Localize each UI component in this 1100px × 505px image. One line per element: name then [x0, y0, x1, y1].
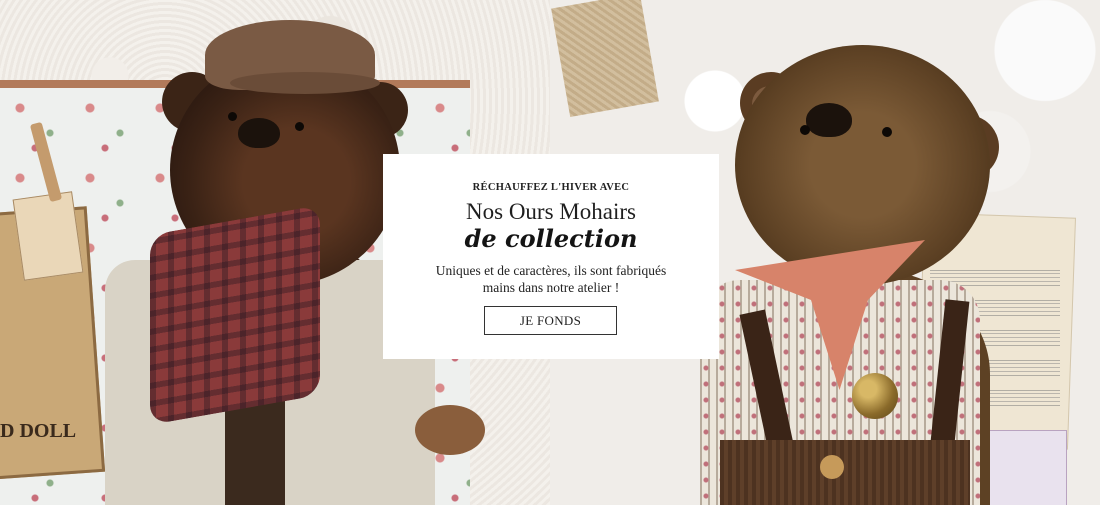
bear-cap-brim — [230, 72, 380, 94]
burlap-fabric — [551, 0, 659, 117]
bear-eye — [228, 112, 237, 121]
bear-head — [735, 45, 990, 285]
bear-eye — [882, 127, 892, 137]
promo-card: RÉCHAUFFEZ L'HIVER AVEC Nos Ours Mohairs… — [383, 154, 719, 359]
luggage-tag — [12, 191, 84, 281]
bear-eye — [800, 125, 810, 135]
promo-title: Nos Ours Mohairs — [466, 199, 636, 224]
plaid-scarf — [150, 205, 320, 425]
bear-nose — [238, 118, 280, 148]
pants-button — [820, 455, 844, 479]
promo-description: Uniques et de caractères, ils sont fabri… — [435, 263, 667, 295]
bear-paw — [415, 405, 485, 455]
crate-label-text: D DOLL — [0, 420, 77, 442]
greeting-card — [985, 430, 1067, 505]
corduroy-pants — [720, 440, 970, 505]
hero-banner[interactable]: D DOLL RÉCHAUFFEZ L'HIVER AVEC Nos Ours … — [0, 0, 1100, 505]
je-fonds-button[interactable]: JE FONDS — [484, 306, 617, 335]
bear-nose — [806, 103, 852, 137]
brass-bell — [852, 373, 898, 419]
promo-eyebrow: RÉCHAUFFEZ L'HIVER AVEC — [472, 182, 630, 193]
bear-eye — [295, 122, 304, 131]
promo-title-emphasis: de collection — [464, 224, 638, 253]
